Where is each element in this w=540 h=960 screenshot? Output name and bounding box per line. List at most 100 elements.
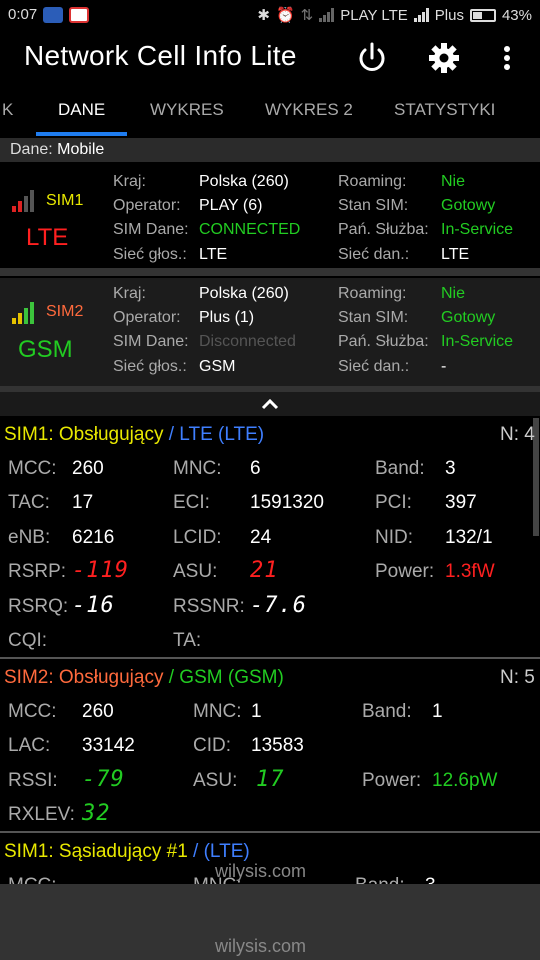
sim1-operator-label: Operator:	[113, 197, 181, 214]
cell1-pci-label: PCI:	[375, 492, 412, 513]
cell2-mnc: 1	[251, 701, 262, 722]
cell1-title: SIM1: Obsługujący	[4, 424, 164, 445]
status-bar: 0:07 ✱ ⏰ ⇅ PLAY LTE Plus 43%	[0, 0, 540, 30]
cell2-n: N: 5	[500, 667, 535, 688]
sim1-siecglos-label: Sieć głos.:	[113, 246, 187, 263]
cell1-mcc: 260	[72, 458, 104, 479]
cell1-mcc-label: MCC:	[8, 458, 57, 479]
data-mode-value: Mobile	[57, 141, 105, 158]
data-mode-line: Dane: Mobile	[0, 138, 540, 162]
cell-separator	[0, 657, 540, 659]
sim1-name: SIM1	[46, 192, 84, 209]
cell1-pci: 397	[445, 492, 477, 513]
app-bar: Network Cell Info Lite	[0, 30, 540, 86]
tab-k[interactable]: K	[2, 100, 13, 120]
sim2-roaming-label: Roaming:	[338, 285, 407, 302]
cell1-rsrp: -119	[72, 558, 129, 583]
cell2-rxlev: 32	[82, 801, 111, 826]
sim1-siecdan: LTE	[441, 246, 470, 263]
sim2-operator-label: Operator:	[113, 309, 181, 326]
sim2-kraj-label: Kraj:	[113, 285, 146, 302]
cell1-rsrq-label: RSRQ:	[8, 596, 69, 617]
status-time: 0:07	[8, 6, 38, 23]
sim2-operator: Plus (1)	[199, 309, 255, 326]
power-icon[interactable]	[352, 38, 392, 78]
battery-percent: 43%	[501, 6, 532, 24]
cell1-power: 1.3fW	[445, 561, 495, 582]
sim2-simdane-label: SIM Dane:	[113, 333, 189, 350]
cell2-mcc: 260	[82, 701, 114, 722]
cell2-mcc-label: MCC:	[8, 701, 57, 722]
cell1-band-label: Band:	[375, 458, 425, 479]
sim2-kraj: Polska (260)	[199, 285, 289, 302]
sim2-simdane: Disconnected	[199, 333, 296, 350]
more-vert-icon[interactable]	[490, 38, 530, 78]
cell1-lcid: 24	[250, 527, 272, 548]
cell2-lac-label: LAC:	[8, 735, 51, 756]
app-notification-icon	[69, 6, 90, 23]
sim2-roaming: Nie	[441, 285, 466, 302]
watermark-bottom: wilysis.com	[215, 936, 307, 956]
sim2-siecglos: GSM	[199, 358, 236, 375]
cell1-rsrq: -16	[72, 593, 115, 618]
sim1-kraj-label: Kraj:	[113, 173, 146, 190]
sim-divider	[0, 268, 540, 276]
data-transfer-icon: ⇅	[300, 7, 314, 24]
cell1-rssnr: -7.6	[250, 593, 307, 618]
ad-banner[interactable]: wilysis.com	[0, 884, 540, 960]
cell2-header: SIM2: Obsługujący / GSM (GSM)	[4, 667, 284, 689]
sim1-siecglos: LTE	[199, 246, 228, 263]
sim1-panel[interactable]: SIM1 LTE Kraj: Polska (260) Operator: PL…	[0, 164, 540, 272]
cell3-header: SIM1: Sąsiadujący #1 / (LTE)	[4, 841, 250, 863]
cell2-cid-label: CID:	[193, 735, 231, 756]
cell2-band: 1	[432, 701, 443, 722]
watermark-overlay: wilysis.com	[215, 861, 307, 881]
tab-wykres-2[interactable]: WYKRES 2	[265, 100, 353, 120]
sim1-simdane-label: SIM Dane:	[113, 221, 189, 238]
cell1-eci: 1591320	[250, 492, 324, 513]
sim2-stansim: Gotowy	[441, 309, 496, 326]
sim1-signal-icon	[12, 188, 34, 212]
sim1-tech: LTE	[26, 224, 69, 251]
sim1-roaming: Nie	[441, 173, 466, 190]
chevron-up-icon[interactable]	[260, 394, 280, 414]
tab-statystyki[interactable]: STATYSTYKI	[394, 100, 495, 120]
sim2-panel[interactable]: SIM2 GSM Kraj: Polska (260) Operator: Pl…	[0, 278, 540, 386]
cell1-rssnr-label: RSSNR:	[173, 596, 245, 617]
data-mode-label: Dane:	[10, 141, 53, 158]
cell1-tac-label: TAC:	[8, 492, 50, 513]
gear-icon[interactable]	[424, 38, 464, 78]
sim2-siecdan: -	[441, 358, 447, 375]
cell1-ta-label: TA:	[173, 630, 202, 651]
cell1-header: SIM1: Obsługujący / LTE (LTE)	[4, 424, 264, 446]
cell1-rsrp-label: RSRP:	[8, 561, 67, 582]
cell1-band: 3	[445, 458, 456, 479]
cell2-lac: 33142	[82, 735, 135, 756]
tab-wykres[interactable]: WYKRES	[150, 100, 224, 120]
cell1-asu-label: ASU:	[173, 561, 218, 582]
tab-dane[interactable]: DANE	[58, 100, 105, 120]
cell2-cid: 13583	[251, 735, 304, 756]
cell2-title: SIM2: Obsługujący	[4, 667, 164, 688]
collapse-toggle[interactable]	[0, 392, 540, 416]
cell1-nid-label: NID:	[375, 527, 413, 548]
active-tab-indicator	[36, 132, 127, 136]
cell1-asu: 21	[250, 558, 279, 583]
sim1-stansim: Gotowy	[441, 197, 496, 214]
cell1-mnc-label: MNC:	[173, 458, 222, 479]
cell1-enb: 6216	[72, 527, 115, 548]
cell1-eci-label: ECI:	[173, 492, 210, 513]
cell1-lcid-label: LCID:	[173, 527, 222, 548]
sim2-signal-icon	[12, 300, 34, 324]
cell2-asu-label: ASU:	[193, 770, 238, 791]
cell2-asu: 17	[256, 767, 285, 792]
battery-icon	[469, 8, 496, 22]
cell1-enb-label: eNB:	[8, 527, 51, 548]
cell3-band-label: Band:	[355, 875, 405, 884]
cell1-n: N: 4	[500, 424, 535, 445]
cell1-cqi-label: CQI:	[8, 630, 48, 651]
cell3-tech: / (LTE)	[193, 841, 250, 862]
signal-sim2-icon	[413, 8, 429, 22]
sim2-stansim-label: Stan SIM:	[338, 309, 409, 326]
sim1-stansim-label: Stan SIM:	[338, 197, 409, 214]
